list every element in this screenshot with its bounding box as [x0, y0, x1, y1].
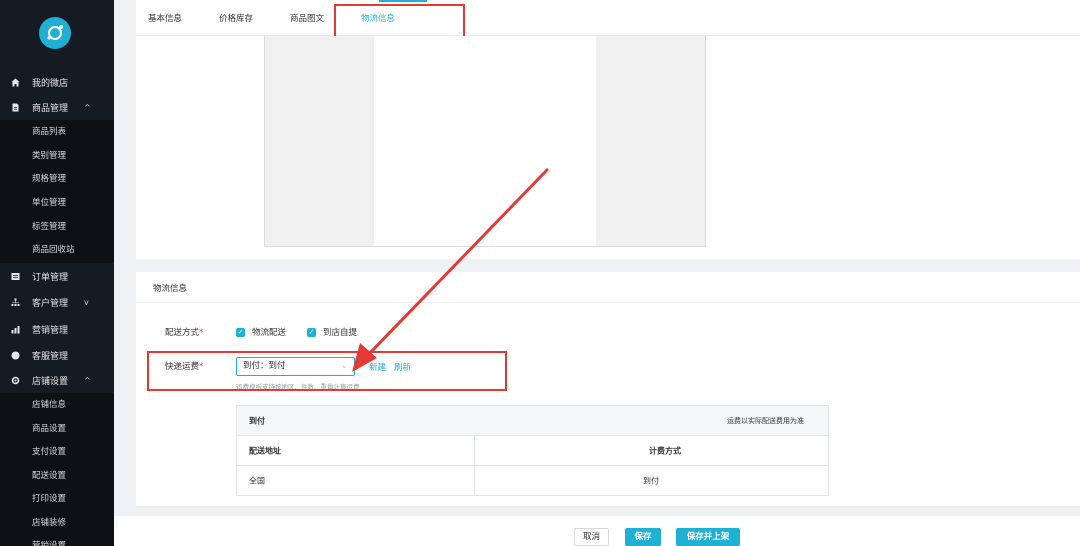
sidebar-item-customers[interactable]: 客户管理 v	[0, 291, 114, 313]
delivery-method-label: 配送方式*	[165, 328, 204, 338]
sidebar-subitem-delivery-settings[interactable]: 配送设置	[32, 467, 66, 485]
chat-icon	[11, 351, 20, 360]
tab-price-stock[interactable]: 价格库存	[219, 12, 253, 24]
sidebar-subitem-product-settings[interactable]: 商品设置	[32, 420, 66, 438]
users-icon	[11, 298, 20, 307]
delivery-checkbox-logistics[interactable]: ✓ 物流配送	[236, 326, 286, 338]
sidebar-subitem-recycle[interactable]: 商品回收站	[32, 241, 75, 259]
sidebar-item-label: 客服管理	[32, 351, 69, 362]
section-title: 物流信息	[153, 284, 188, 294]
sidebar-item-orders[interactable]: 订单管理	[0, 265, 114, 287]
sidebar-item-store-settings[interactable]: 店铺设置 ^	[0, 369, 114, 391]
table-cell-address: 全国	[249, 476, 265, 485]
sidebar-item-label: 我的微店	[32, 78, 69, 89]
sidebar-item-label: 客户管理	[32, 298, 69, 309]
template-name: 到付	[249, 416, 265, 425]
sidebar-subitem-store-info[interactable]: 店铺信息	[32, 396, 66, 414]
column-divider	[474, 436, 475, 495]
phone-preview	[264, 36, 706, 247]
tab-product-detail[interactable]: 商品图文	[290, 12, 324, 24]
table-cell-billing: 到付	[643, 476, 659, 485]
checkbox-checked-icon: ✓	[307, 327, 316, 337]
sidebar-item-label: 营销管理	[32, 325, 69, 336]
sidebar-item-label: 商品管理	[32, 103, 69, 114]
sidebar-subitem-print-settings[interactable]: 打印设置	[32, 490, 66, 508]
sidebar-item-marketing[interactable]: 营销管理	[0, 318, 114, 340]
store-settings-submenu: 店铺信息 商品设置 支付设置 配送设置 打印设置 店铺装修 营销设置	[0, 393, 114, 546]
checkbox-label: 到店自提	[323, 328, 358, 338]
app-logo[interactable]	[39, 17, 71, 49]
chevron-up-icon: ^	[84, 102, 91, 112]
phone-preview-screen	[374, 36, 596, 246]
sidebar-subitem-units[interactable]: 单位管理	[32, 194, 66, 212]
home-icon	[11, 78, 20, 87]
sidebar: 我的微店 商品管理 ^ 商品列表 类别管理 规格管理 单位管理 标签管理 商品回…	[0, 0, 114, 546]
table-column-headers: 配送地址 计费方式	[237, 436, 828, 466]
freight-table: 到付 运费以实际配送费用为准 配送地址 计费方式 全国 到付	[236, 405, 829, 496]
sidebar-subitem-decoration[interactable]: 店铺装修	[32, 514, 66, 532]
gear-icon	[11, 376, 20, 385]
main-content: 基本信息 价格库存 商品图文 物流信息 物流信息 配送方式* ✓ 物流配送 ✓ …	[114, 0, 1080, 546]
chart-icon	[11, 325, 20, 334]
checkbox-checked-icon: ✓	[236, 327, 245, 337]
cancel-button[interactable]: 取消	[574, 528, 609, 546]
save-publish-button[interactable]: 保存并上架	[676, 528, 740, 546]
table-row: 全国 到付	[237, 466, 828, 495]
chevron-up-icon: ^	[84, 375, 91, 385]
sidebar-subitem-marketing-settings[interactable]: 营销设置	[32, 537, 66, 546]
sidebar-subitem-payment-settings[interactable]: 支付设置	[32, 443, 66, 461]
tab-bar: 基本信息 价格库存 商品图文 物流信息	[136, 0, 1080, 36]
sidebar-item-label: 店铺设置	[32, 376, 69, 387]
template-note: 运费以实际配送费用为准	[727, 416, 804, 425]
column-header-billing: 计费方式	[649, 446, 681, 455]
sidebar-item-my-store[interactable]: 我的微店	[0, 71, 114, 93]
document-icon	[11, 103, 20, 112]
sidebar-item-products[interactable]: 商品管理 ^	[0, 96, 114, 118]
column-header-address: 配送地址	[249, 446, 281, 455]
tab-basic-info[interactable]: 基本信息	[148, 12, 182, 24]
divider	[136, 302, 1080, 303]
product-edit-card: 基本信息 价格库存 商品图文 物流信息	[136, 0, 1080, 259]
table-header: 到付 运费以实际配送费用为准	[237, 406, 828, 436]
highlight-box-freight	[147, 351, 507, 391]
sidebar-subitem-product-list[interactable]: 商品列表	[32, 123, 66, 141]
save-button[interactable]: 保存	[625, 528, 661, 546]
sidebar-subitem-specs[interactable]: 规格管理	[32, 170, 66, 188]
sidebar-item-label: 订单管理	[32, 272, 69, 283]
sidebar-subitem-tags[interactable]: 标签管理	[32, 218, 66, 236]
list-icon	[11, 272, 20, 281]
action-footer: 取消 保存 保存并上架	[114, 516, 1080, 546]
sidebar-item-service[interactable]: 客服管理	[0, 344, 114, 366]
delivery-checkbox-pickup[interactable]: ✓ 到店自提	[307, 326, 357, 338]
product-submenu: 商品列表 类别管理 规格管理 单位管理 标签管理 商品回收站	[0, 120, 114, 263]
logistics-card: 物流信息 配送方式* ✓ 物流配送 ✓ 到店自提 快递运费* 到付：到付 ⌄ 新…	[136, 272, 1080, 506]
sidebar-subitem-categories[interactable]: 类别管理	[32, 147, 66, 165]
chevron-down-icon: v	[84, 297, 89, 307]
active-tab-indicator	[379, 0, 427, 2]
checkbox-label: 物流配送	[252, 328, 287, 338]
